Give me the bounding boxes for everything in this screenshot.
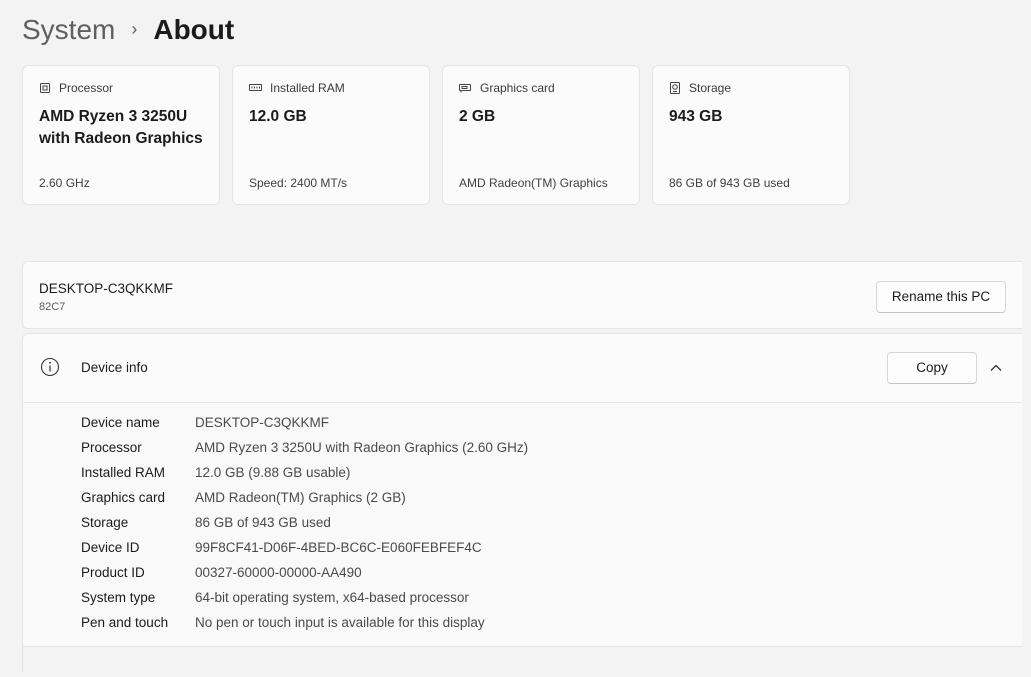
spec-label: Pen and touch (81, 615, 169, 630)
spec-label: Device name (81, 415, 160, 430)
card-storage: Storage 943 GB 86 GB of 943 GB used (652, 65, 850, 205)
processor-icon (40, 83, 50, 93)
card-subtext: 2.60 GHz (39, 176, 90, 190)
card-label: Installed RAM (270, 81, 345, 95)
card-header: Storage (669, 81, 731, 95)
spec-value: AMD Ryzen 3 3250U with Radeon Graphics (… (195, 440, 529, 455)
spec-value: 00327-60000-00000-AA490 (195, 565, 362, 580)
card-value: 2 GB (459, 108, 496, 125)
spec-value: No pen or touch input is available for t… (195, 615, 485, 630)
device-info-header[interactable]: Device info Copy (23, 334, 1022, 403)
info-icon (40, 357, 60, 377)
pc-name: DESKTOP-C3QKKMF (39, 281, 174, 296)
page-title: About (153, 14, 235, 45)
card-header: Installed RAM (249, 81, 345, 95)
card-value: 12.0 GB (249, 108, 307, 125)
copy-button[interactable]: Copy (887, 352, 977, 384)
rename-pc-button[interactable]: Rename this PC (876, 281, 1006, 313)
spec-row-device-id: Device ID 99F8CF41-D06F-4BED-BC6C-E060FE… (81, 535, 528, 560)
spec-value: 12.0 GB (9.88 GB usable) (195, 465, 351, 480)
spec-label: Storage (81, 515, 129, 530)
card-header: Processor (39, 81, 113, 95)
spec-label: Processor (81, 440, 142, 455)
device-info-title: Device info (81, 360, 148, 375)
spec-row-pen-and-touch: Pen and touch No pen or touch input is a… (81, 610, 528, 635)
card-label: Graphics card (480, 81, 555, 95)
spec-label: System type (81, 590, 156, 605)
spec-label: Device ID (81, 540, 140, 555)
card-graphics-card: Graphics card 2 GB AMD Radeon(TM) Graphi… (442, 65, 640, 205)
spec-cards: Processor AMD Ryzen 3 3250U with Radeon … (22, 65, 850, 205)
spec-row-graphics-card: Graphics card AMD Radeon(TM) Graphics (2… (81, 485, 528, 510)
breadcrumb: System › About (22, 10, 234, 50)
graphics-card-icon (459, 84, 471, 93)
spec-value: 99F8CF41-D06F-4BED-BC6C-E060FEBFEF4C (195, 540, 482, 555)
spec-row-storage: Storage 86 GB of 943 GB used (81, 510, 528, 535)
pc-model: 82C7 (39, 301, 66, 313)
breadcrumb-chevron-icon: › (131, 19, 138, 39)
spec-value: AMD Radeon(TM) Graphics (2 GB) (195, 490, 406, 505)
ram-icon (249, 84, 262, 91)
spec-label: Installed RAM (81, 465, 166, 480)
device-info-panel: Device info Copy Device name DESKTOP-C3Q… (22, 333, 1022, 677)
spec-row-installed-ram: Installed RAM 12.0 GB (9.88 GB usable) (81, 460, 528, 485)
card-header: Graphics card (459, 81, 555, 95)
breadcrumb-system-link[interactable]: System (22, 10, 115, 50)
pc-name-row: DESKTOP-C3QKKMF 82C7 Rename this PC (22, 261, 1022, 329)
chevron-up-icon[interactable] (989, 361, 1003, 375)
device-specs: Device name DESKTOP-C3QKKMF Processor AM… (81, 410, 528, 635)
card-value: 943 GB (669, 108, 723, 125)
spec-row-system-type: System type 64-bit operating system, x64… (81, 585, 528, 610)
spec-row-processor: Processor AMD Ryzen 3 3250U with Radeon … (81, 435, 528, 460)
spec-label: Product ID (81, 565, 145, 580)
next-section-edge (23, 646, 1022, 677)
card-label: Processor (59, 81, 114, 95)
card-value: AMD Ryzen 3 3250U with Radeon Graphics (39, 108, 203, 147)
spec-value: 64-bit operating system, x64-based proce… (195, 590, 469, 605)
card-subtext: 86 GB of 943 GB used (669, 176, 790, 190)
spec-label: Graphics card (81, 490, 166, 505)
spec-value: 86 GB of 943 GB used (195, 515, 331, 530)
card-subtext: Speed: 2400 MT/s (249, 176, 348, 190)
card-subtext: AMD Radeon(TM) Graphics (459, 176, 608, 190)
spec-value: DESKTOP-C3QKKMF (195, 415, 330, 430)
card-processor: Processor AMD Ryzen 3 3250U with Radeon … (22, 65, 220, 205)
card-installed-ram: Installed RAM 12.0 GB Speed: 2400 MT/s (232, 65, 430, 205)
card-label: Storage (689, 81, 732, 95)
spec-row-product-id: Product ID 00327-60000-00000-AA490 (81, 560, 528, 585)
storage-icon (670, 82, 680, 94)
spec-row-device-name: Device name DESKTOP-C3QKKMF (81, 410, 528, 435)
